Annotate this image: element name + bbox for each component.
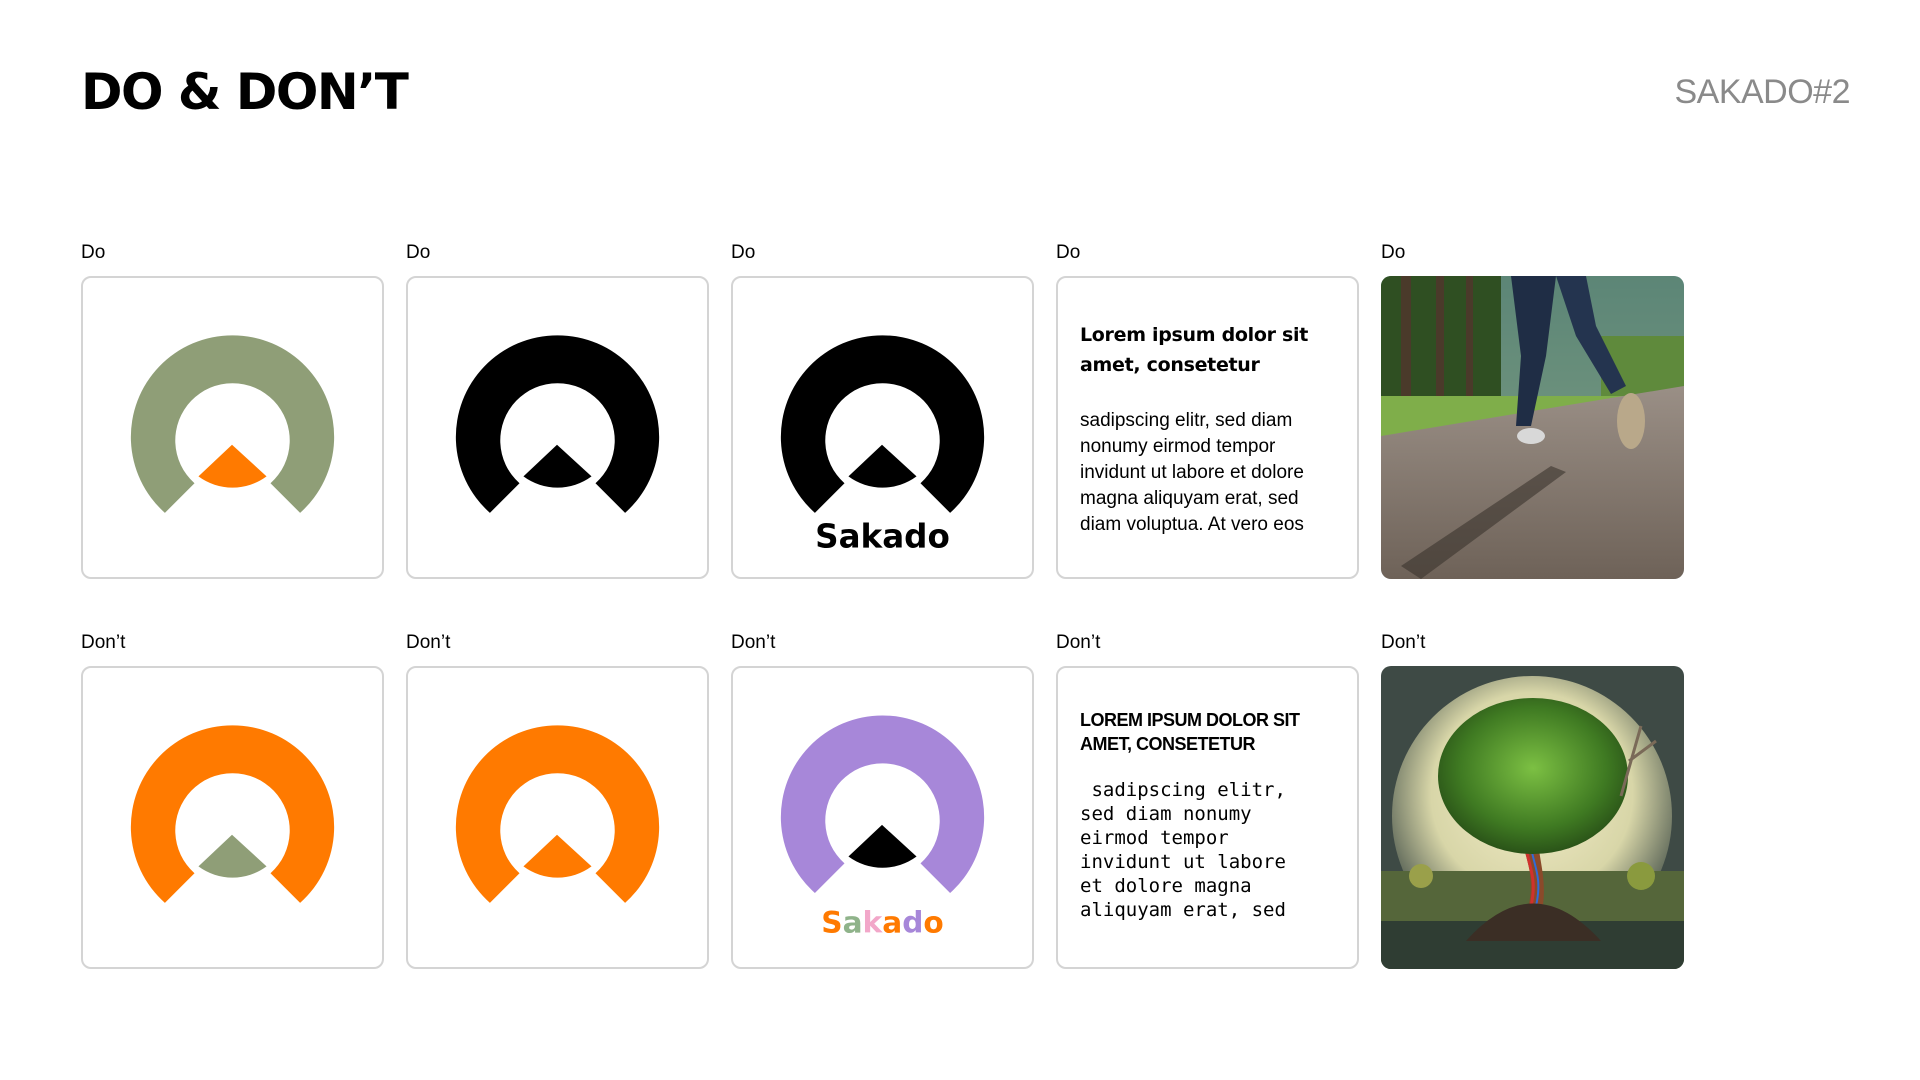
do-logo-sage-orange: [81, 276, 384, 579]
wordmark-letter: k: [863, 905, 884, 939]
dont-logo-purple-multicolor: Sakado: [731, 666, 1034, 969]
dont-label: Don’t: [1381, 632, 1426, 653]
sakado-logo-icon: [455, 725, 660, 903]
do-label: Do: [81, 242, 106, 263]
do-label: Do: [1056, 242, 1081, 263]
do-cell-2: Do: [406, 242, 709, 579]
do-cell-1: Do: [81, 242, 384, 579]
dont-label: Don’t: [406, 632, 451, 653]
sakado-logo-icon: [130, 725, 335, 903]
do-dont-grid: Do Do Do Sakado Do Lorem ipsum dolor sit…: [81, 242, 1684, 969]
dont-cell-5: Don’t: [1381, 632, 1684, 969]
sakado-logo-icon: Sakado: [780, 715, 985, 939]
do-cell-4: Do Lorem ipsum dolor sit amet, consetetu…: [1056, 242, 1359, 579]
wordmark: Sakado: [815, 517, 950, 555]
do-cell-5: Do: [1381, 242, 1684, 579]
do-label: Do: [731, 242, 756, 263]
wordmark-multicolor: Sakado: [821, 905, 944, 939]
dont-logo-orange-mono: [406, 666, 709, 969]
sakado-logo-icon: [130, 335, 335, 513]
dont-label: Don’t: [81, 632, 126, 653]
do-logo-black: [406, 276, 709, 579]
wordmark-letter: a: [882, 905, 902, 939]
dont-label: Don’t: [731, 632, 776, 653]
do-cell-3: Do Sakado: [731, 242, 1034, 579]
text-body: sadipscing elitr, sed diam nonumy eirmod…: [1080, 779, 1286, 921]
do-logo-black-wordmark: Sakado: [731, 276, 1034, 579]
text-body: sadipscing elitr, sed diam nonumy eirmod…: [1080, 410, 1304, 535]
runner-photo-image: [1381, 276, 1684, 579]
page-title: DO & DON’T: [81, 63, 409, 121]
dont-label: Don’t: [1056, 632, 1101, 653]
tree-illustration-image: [1381, 666, 1684, 969]
dont-cell-4: Don’t LOREM IPSUM DOLOR SIT AMET, CONSET…: [1056, 632, 1359, 969]
sakado-logo-icon: [455, 335, 660, 513]
do-photo-runner: [1381, 276, 1684, 579]
do-label: Do: [406, 242, 431, 263]
dont-typography-card: LOREM IPSUM DOLOR SIT AMET, CONSETETUR s…: [1056, 666, 1359, 969]
do-typography-card: Lorem ipsum dolor sit amet, consetetur s…: [1056, 276, 1359, 579]
text-heading: Lorem ipsum dolor sit amet, consetetur: [1080, 324, 1308, 376]
dont-photo-tree: [1381, 666, 1684, 969]
dont-cell-1: Don’t: [81, 632, 384, 969]
sakado-logo-icon: Sakado: [780, 335, 985, 555]
wordmark-letter: o: [923, 905, 943, 939]
dont-logo-orange-sage: [81, 666, 384, 969]
wordmark-letter: S: [821, 905, 842, 939]
text-heading: LOREM IPSUM DOLOR SIT AMET, CONSETETUR: [1080, 710, 1300, 754]
dont-cell-3: Don’t Sakado: [731, 632, 1034, 969]
document-code: SAKADO#2: [1674, 73, 1850, 111]
do-label: Do: [1381, 242, 1406, 263]
wordmark-letter: d: [902, 905, 923, 939]
dont-cell-2: Don’t: [406, 632, 709, 969]
wordmark-letter: a: [843, 905, 863, 939]
